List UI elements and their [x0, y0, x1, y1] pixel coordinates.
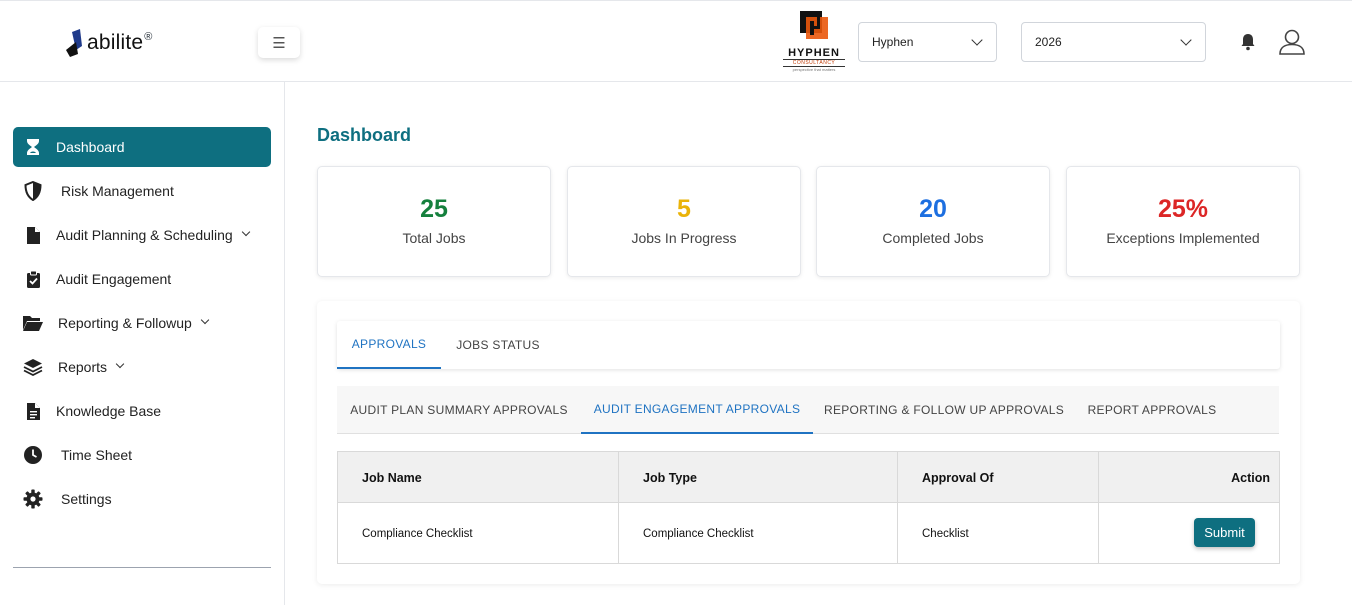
- sidebar-item-audit-planning[interactable]: Audit Planning & Scheduling: [13, 215, 271, 255]
- chevron-down-icon: [243, 231, 251, 239]
- file-icon: [22, 224, 44, 246]
- tab-jobs-status[interactable]: JOBS STATUS: [441, 321, 555, 369]
- sidebar-item-label: Knowledge Base: [56, 403, 162, 419]
- page-title: Dashboard: [317, 125, 412, 145]
- sidebar-item-settings[interactable]: Settings: [13, 479, 271, 519]
- gear-icon: [22, 488, 44, 510]
- sidebar-item-risk-management[interactable]: Risk Management: [13, 171, 271, 211]
- client-brand-logo: HYPHEN CONSULTANCY perspective that matt…: [783, 11, 845, 73]
- sidebar-item-label: Audit Engagement: [56, 271, 172, 287]
- stat-value: 25%: [1157, 195, 1209, 223]
- stat-label: Exceptions Implemented: [1106, 230, 1260, 246]
- hamburger-icon: ☰: [272, 34, 286, 52]
- year-select[interactable]: 2026: [1021, 22, 1206, 62]
- user-icon[interactable]: [1277, 28, 1307, 56]
- cell-approval-of: Checklist: [922, 527, 969, 540]
- chevron-down-icon: [1181, 37, 1191, 47]
- sidebar-item-reports[interactable]: Reports: [13, 347, 271, 387]
- sidebar-item-reporting-followup[interactable]: Reporting & Followup: [13, 303, 271, 343]
- logo-text: abilite: [87, 31, 144, 54]
- stat-label: Jobs In Progress: [631, 230, 737, 246]
- shield-icon: [22, 180, 44, 202]
- stat-card-total-jobs: 25 Total Jobs: [317, 166, 551, 277]
- column-header-job-name[interactable]: Job Name: [362, 452, 422, 503]
- approvals-table: Job Name Job Type Approval Of Action Com…: [337, 451, 1280, 564]
- sidebar-item-label: Audit Planning & Scheduling: [56, 227, 233, 243]
- logo-registered-mark: ®: [144, 31, 153, 43]
- brand-mark-icon: [800, 11, 828, 39]
- sidebar: Dashboard Risk Management Audit Planning…: [0, 82, 285, 605]
- column-header-approval-of[interactable]: Approval Of: [922, 452, 994, 503]
- layers-icon: [22, 356, 44, 378]
- clipboard-check-icon: [22, 268, 44, 290]
- brand-tagline: perspective that matters: [792, 67, 836, 72]
- column-divider: [618, 452, 619, 563]
- column-header-job-type[interactable]: Job Type: [643, 452, 697, 503]
- brand-subtitle: CONSULTANCY: [783, 59, 845, 67]
- stat-label: Total Jobs: [402, 230, 466, 246]
- stat-label: Completed Jobs: [882, 230, 984, 246]
- stat-card-exceptions-implemented: 25% Exceptions Implemented: [1066, 166, 1300, 277]
- submit-button[interactable]: Submit: [1194, 518, 1255, 547]
- stat-card-jobs-in-progress: 5 Jobs In Progress: [567, 166, 801, 277]
- sidebar-item-label: Time Sheet: [61, 447, 133, 463]
- cell-job-name: Compliance Checklist: [362, 527, 473, 540]
- hourglass-icon: [22, 136, 44, 158]
- sidebar-item-label: Settings: [61, 491, 112, 507]
- app-logo[interactable]: abilite ®: [64, 25, 152, 61]
- sidebar-item-time-sheet[interactable]: Time Sheet: [13, 435, 271, 475]
- stat-card-completed-jobs: 20 Completed Jobs: [816, 166, 1050, 277]
- stat-value: 5: [677, 195, 691, 223]
- document-icon: [22, 400, 44, 422]
- chevron-down-icon: [972, 37, 982, 47]
- sidebar-item-label: Risk Management: [61, 183, 174, 199]
- subtab-audit-engagement-approvals[interactable]: AUDIT ENGAGEMENT APPROVALS: [581, 386, 813, 434]
- tab-approvals[interactable]: APPROVALS: [337, 321, 441, 369]
- subtab-reporting-follow-up-approvals[interactable]: REPORTING & FOLLOW UP APPROVALS: [813, 386, 1075, 434]
- main-tabs: APPROVALS JOBS STATUS: [337, 321, 1280, 369]
- sidebar-divider: [13, 567, 271, 568]
- bell-icon[interactable]: [1240, 33, 1256, 51]
- approval-subtabs: AUDIT PLAN SUMMARY APPROVALS AUDIT ENGAG…: [337, 386, 1279, 434]
- subtab-audit-plan-summary-approvals[interactable]: AUDIT PLAN SUMMARY APPROVALS: [337, 386, 581, 434]
- top-bar: abilite ® ☰ HYPHEN CONSULTANCY perspecti…: [0, 0, 1352, 82]
- cell-job-type: Compliance Checklist: [643, 527, 754, 540]
- sidebar-item-label: Reporting & Followup: [58, 315, 192, 331]
- folder-open-icon: [22, 312, 44, 334]
- sidebar-item-knowledge-base[interactable]: Knowledge Base: [13, 391, 271, 431]
- brand-name: HYPHEN: [788, 47, 840, 59]
- sidebar-item-label: Reports: [58, 359, 108, 375]
- sidebar-item-label: Dashboard: [56, 139, 125, 155]
- chevron-down-icon: [202, 319, 210, 327]
- clock-icon: [22, 444, 44, 466]
- column-divider: [897, 452, 898, 563]
- sidebar-toggle-button[interactable]: ☰: [258, 27, 300, 58]
- sidebar-item-dashboard[interactable]: Dashboard: [13, 127, 271, 167]
- year-select-value: 2026: [1035, 35, 1062, 49]
- chevron-down-icon: [117, 363, 125, 371]
- organization-select[interactable]: Hyphen: [858, 22, 997, 62]
- stat-value: 25: [420, 195, 448, 223]
- organization-select-value: Hyphen: [872, 35, 914, 49]
- subtab-report-approvals[interactable]: REPORT APPROVALS: [1075, 386, 1229, 434]
- sidebar-item-audit-engagement[interactable]: Audit Engagement: [13, 259, 271, 299]
- column-header-action: Action: [1231, 470, 1270, 485]
- logo-mark-icon: [66, 29, 82, 57]
- stat-value: 20: [919, 195, 947, 223]
